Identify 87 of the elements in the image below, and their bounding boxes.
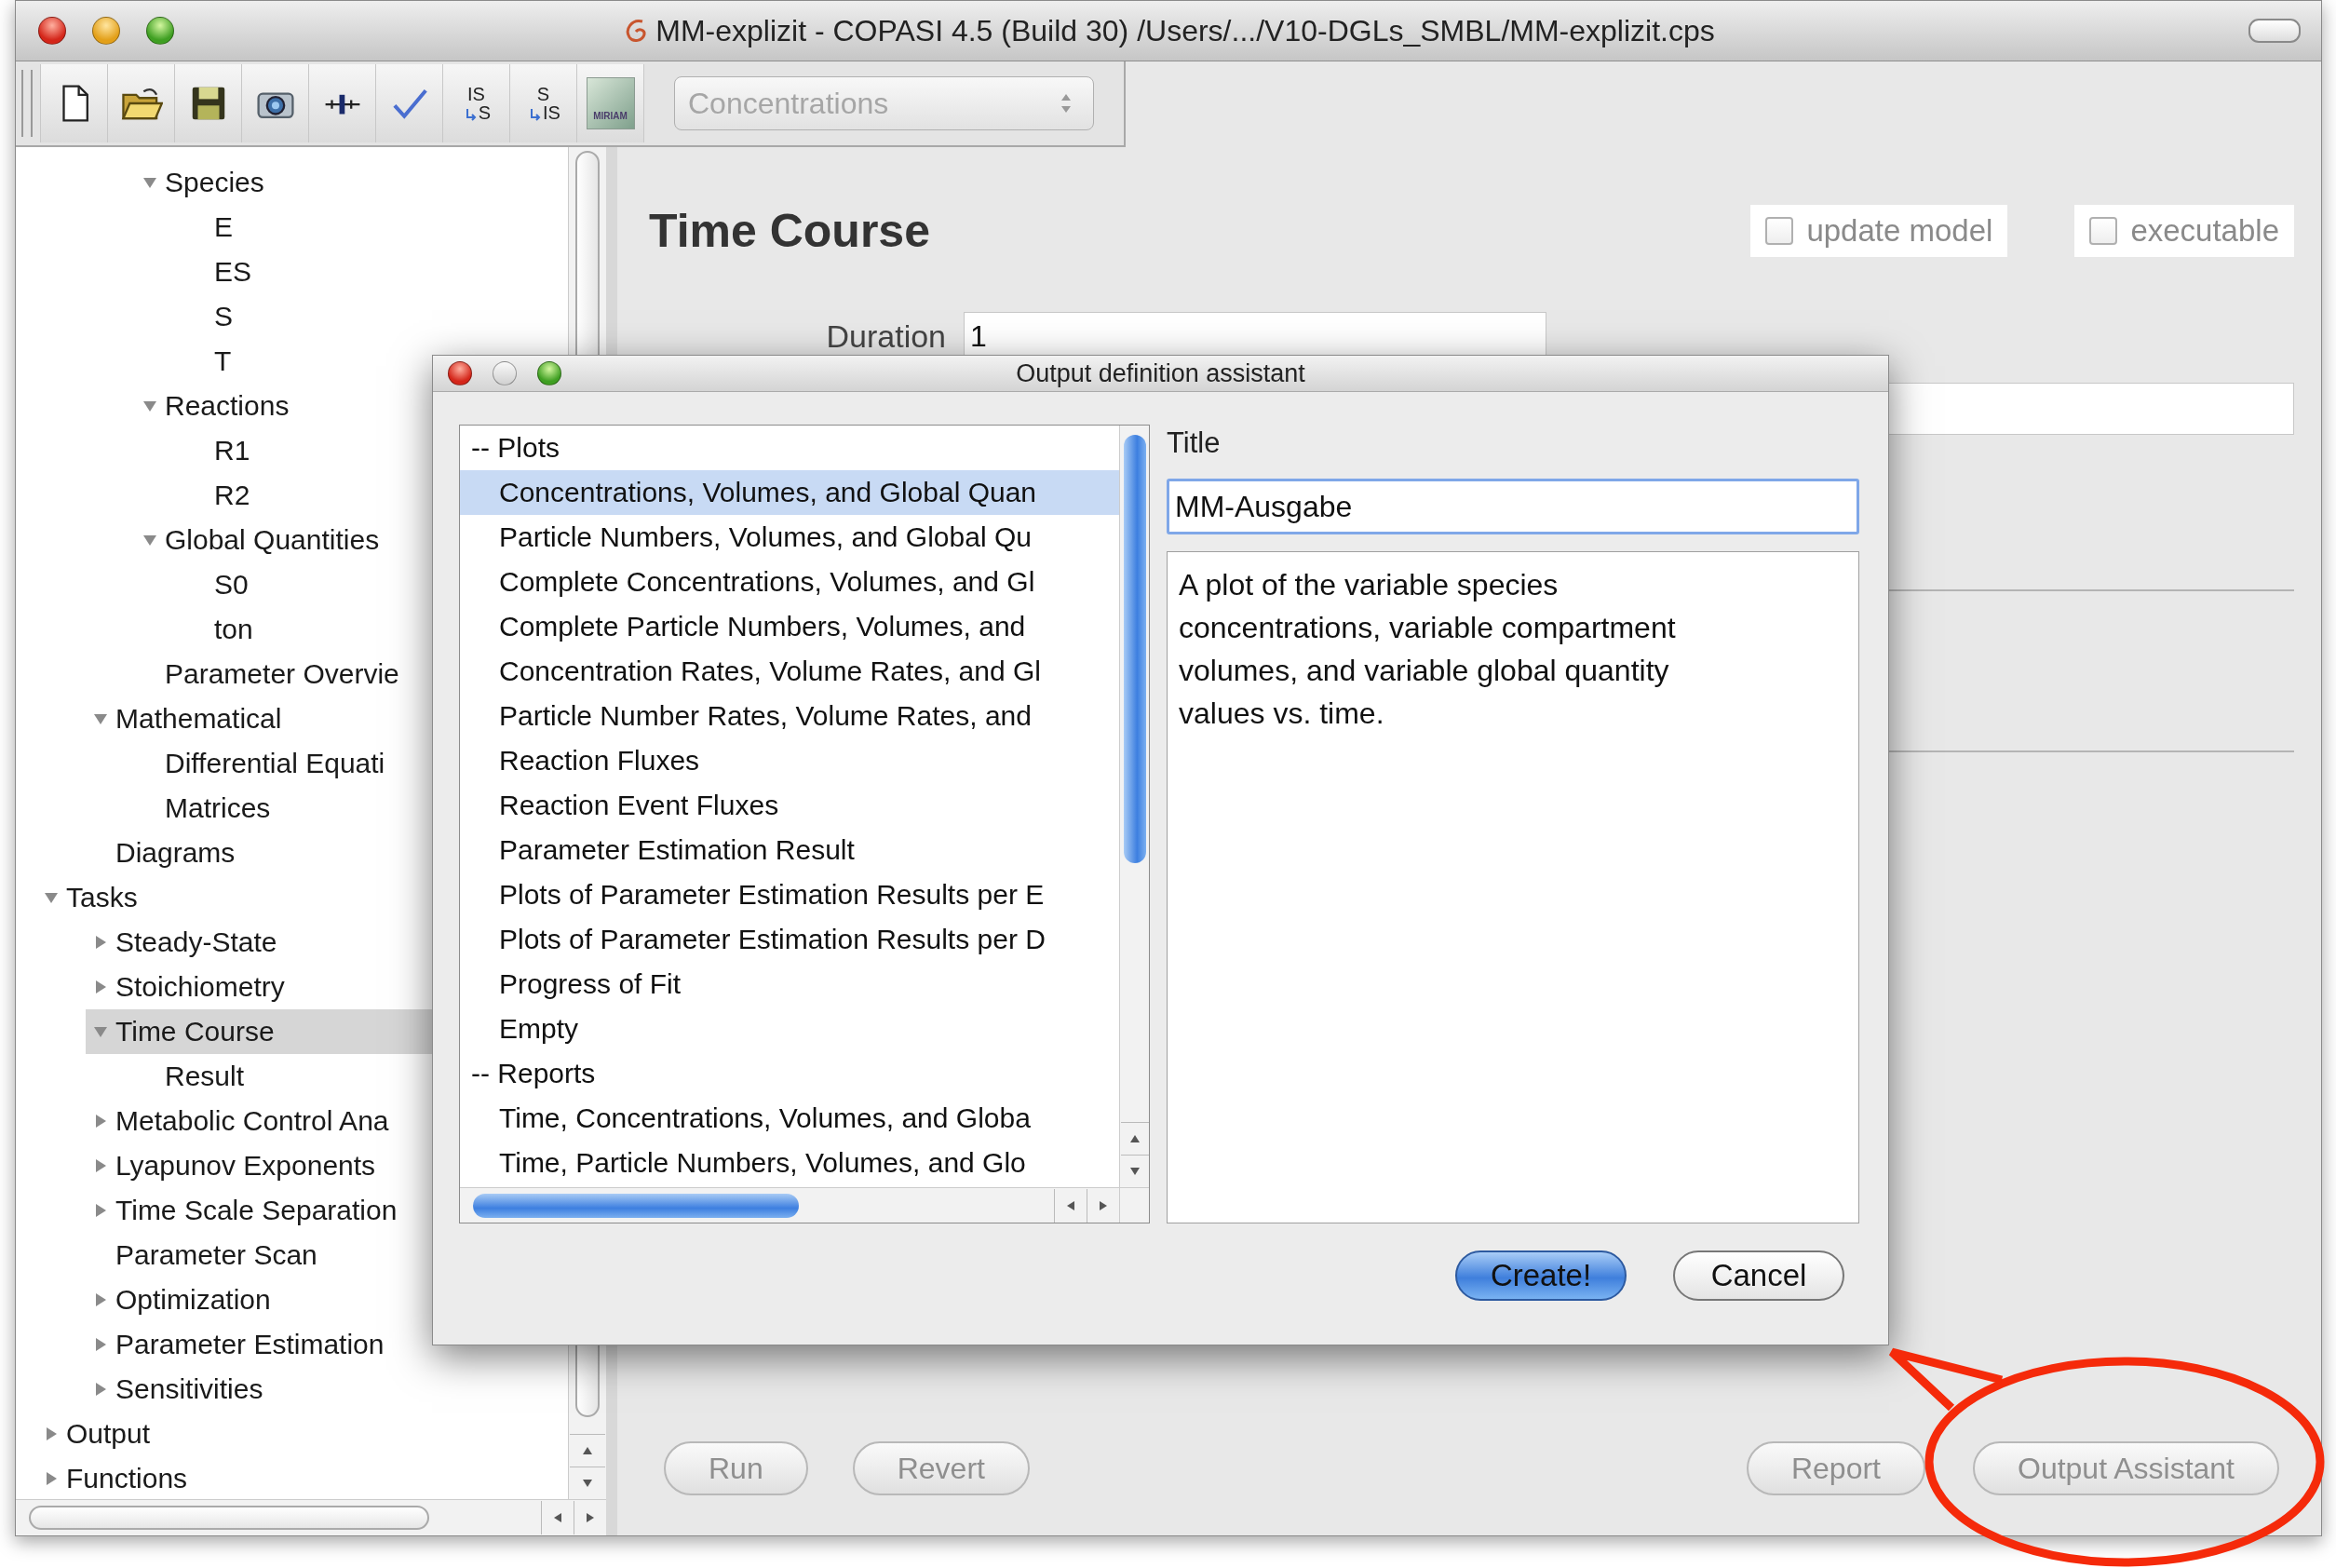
checkbox[interactable] <box>1765 217 1794 245</box>
scrollbar-thumb[interactable] <box>473 1193 799 1218</box>
toolbar-button[interactable] <box>309 64 376 142</box>
list-item[interactable]: Parameter Estimation Result <box>460 828 1119 872</box>
list-header[interactable]: -- Reports <box>460 1051 1119 1096</box>
list-item[interactable]: Time, Concentrations, Volumes, and Globa <box>460 1096 1119 1141</box>
checkbox-label: update model <box>1806 213 1993 249</box>
scroll-right-arrow-icon[interactable] <box>586 1512 595 1523</box>
list-item[interactable]: Reaction Fluxes <box>460 738 1119 783</box>
toolbar-button[interactable] <box>175 64 242 142</box>
checkbox-label: executable <box>2130 213 2279 249</box>
scroll-left-arrow-icon[interactable] <box>553 1512 562 1523</box>
scroll-up-arrow-icon[interactable] <box>582 1446 593 1455</box>
window-pill-button[interactable] <box>2248 19 2301 43</box>
collapsed-triangle-icon[interactable] <box>44 1471 59 1486</box>
expanded-triangle-icon[interactable] <box>93 711 108 726</box>
scroll-left-arrow-icon[interactable] <box>1066 1199 1075 1211</box>
list-item[interactable]: Complete Particle Numbers, Volumes, and <box>460 604 1119 649</box>
tree-item[interactable]: E <box>184 205 568 250</box>
list-item[interactable]: Reaction Event Fluxes <box>460 783 1119 828</box>
dialog-button[interactable]: Create! <box>1455 1250 1627 1301</box>
title-field[interactable]: MM-Ausgabe <box>1167 479 1859 534</box>
collapsed-triangle-icon[interactable] <box>93 1203 108 1218</box>
toolbar-button[interactable] <box>242 64 309 142</box>
tree-item[interactable]: Species <box>135 160 568 205</box>
window-title: MM-explizit - COPASI 4.5 (Build 30) /Users/.../V10-DGLs_SMBL/MM-explizit.cps <box>655 13 1715 48</box>
dialog-button[interactable]: Cancel <box>1673 1250 1844 1301</box>
arrow-icon <box>465 109 477 122</box>
list-item[interactable]: Complete Concentrations, Volumes, and Gl <box>460 560 1119 604</box>
tree-item[interactable]: Output <box>36 1412 568 1456</box>
scrollbar-thumb[interactable] <box>1123 435 1146 863</box>
collapsed-triangle-icon[interactable] <box>44 1426 59 1441</box>
collapsed-triangle-icon[interactable] <box>93 1292 108 1307</box>
collapsed-triangle-icon[interactable] <box>93 980 108 994</box>
arrow-icon <box>530 109 542 122</box>
list-item[interactable]: Concentrations, Volumes, and Global Quan <box>460 470 1119 515</box>
scroll-up-arrow-icon[interactable] <box>1128 1134 1141 1143</box>
collapsed-triangle-icon[interactable] <box>93 1382 108 1397</box>
toolbar-button[interactable]: MIRIAM <box>577 64 644 142</box>
toolbar-grip[interactable] <box>21 70 33 137</box>
toolbar-button[interactable] <box>108 64 175 142</box>
dialog-title: Output definition assistant <box>1015 358 1306 388</box>
field-label: Duration <box>825 318 946 355</box>
list-item[interactable]: Plots of Parameter Estimation Results per E <box>460 872 1119 917</box>
zoom-button[interactable] <box>537 361 561 385</box>
field-label: Title <box>1167 426 1222 461</box>
task-title: Time Course <box>649 204 930 258</box>
zoom-button[interactable] <box>146 17 174 45</box>
tree-item[interactable]: Time Scale Separation <box>86 1188 568 1233</box>
list-item[interactable]: Time, Particle Numbers, Volumes, and Glo <box>460 1141 1119 1185</box>
minimize-button[interactable] <box>493 361 517 385</box>
scroll-down-arrow-icon[interactable] <box>1128 1167 1141 1176</box>
collapsed-triangle-icon[interactable] <box>93 935 108 950</box>
toolbar-button[interactable]: S IS <box>510 64 577 142</box>
scroll-down-arrow-icon[interactable] <box>582 1479 593 1488</box>
checkbox[interactable] <box>2089 217 2118 245</box>
list-item[interactable]: Particle Number Rates, Volume Rates, and <box>460 694 1119 738</box>
toolbar-button[interactable] <box>41 64 108 142</box>
tree-item[interactable]: Functions <box>36 1456 568 1501</box>
expanded-triangle-icon[interactable] <box>142 175 157 190</box>
close-button[interactable] <box>38 17 66 45</box>
tree-item[interactable]: Reactions <box>135 384 568 428</box>
description-text: A plot of the variable species concentrations, variable compartment volumes, and variable global quantity values vs. time. <box>1179 567 1677 732</box>
scroll-right-arrow-icon[interactable] <box>1099 1199 1108 1211</box>
list-header[interactable]: -- Plots <box>460 426 1119 470</box>
scrollbar-thumb[interactable] <box>29 1506 429 1530</box>
updown-icon <box>1060 92 1073 115</box>
minimize-button[interactable] <box>92 17 120 45</box>
collapsed-triangle-icon[interactable] <box>93 1158 108 1173</box>
tree-item[interactable]: Optimization <box>86 1277 568 1322</box>
collapsed-triangle-icon[interactable] <box>93 1114 108 1129</box>
expanded-triangle-icon[interactable] <box>44 890 59 905</box>
close-button[interactable] <box>448 361 472 385</box>
logo-badge: MIRIAM <box>586 77 635 129</box>
toolbar-button[interactable]: IS S <box>443 64 510 142</box>
tree-item[interactable]: Sensitivities <box>86 1367 568 1412</box>
expanded-triangle-icon[interactable] <box>142 399 157 413</box>
collapsed-triangle-icon[interactable] <box>93 1337 108 1352</box>
tree-item[interactable]: Parameter Estimation <box>86 1322 568 1367</box>
list-item[interactable]: Particle Numbers, Volumes, and Global Qu <box>460 515 1119 560</box>
tree-item[interactable]: S <box>184 294 568 339</box>
expanded-triangle-icon[interactable] <box>93 1024 108 1039</box>
list-item[interactable]: Plots of Parameter Estimation Results per D <box>460 917 1119 962</box>
tree-item[interactable]: ES <box>184 250 568 294</box>
list-item[interactable]: Concentration Rates, Volume Rates, and Gl <box>460 649 1119 694</box>
expanded-triangle-icon[interactable] <box>142 533 157 547</box>
list-item[interactable]: Progress of Fit <box>460 962 1119 1007</box>
